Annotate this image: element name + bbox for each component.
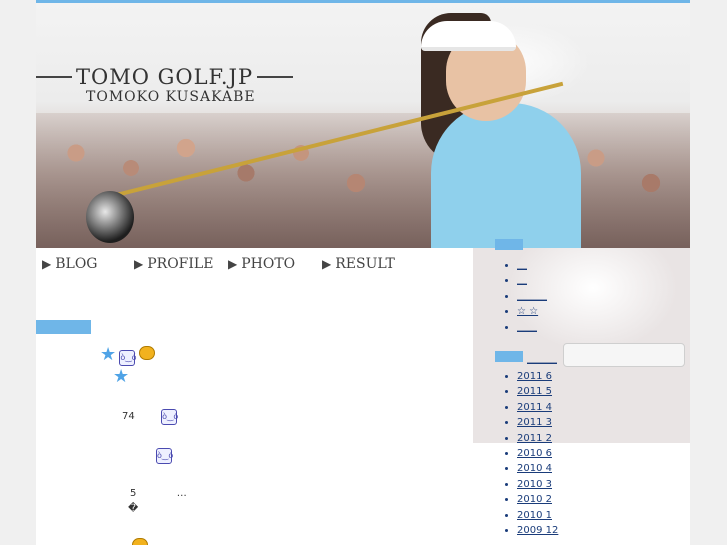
site-subtitle: TOMOKO KUSAKABE xyxy=(86,89,256,105)
sidebar-link[interactable]: ＿＿ xyxy=(517,320,547,335)
entry-text: 5 xyxy=(130,488,137,499)
face-emoji-icon: ò‿ó xyxy=(161,409,178,425)
entry-line-4: ò‿ó xyxy=(156,448,173,464)
belt xyxy=(563,343,685,367)
header-banner: TOMO GOLF.JP TOMOKO KUSAKABE xyxy=(36,3,690,248)
logo-rule-left xyxy=(36,76,72,78)
entry-glyph: � xyxy=(128,503,139,514)
nav-label: RESULT xyxy=(335,256,395,272)
archive-heading: ＿＿＿ xyxy=(527,354,557,365)
page: TOMO GOLF.JP TOMOKO KUSAKABE ▶ BLOG ▶ PROF… xyxy=(36,0,690,545)
site-logo[interactable]: TOMO GOLF.JP xyxy=(36,65,294,89)
archive-link[interactable]: 2009 12 xyxy=(517,523,558,538)
triangle-icon: ▶ xyxy=(322,257,332,271)
nav-label: BLOG xyxy=(55,256,98,272)
sidebar-link[interactable]: ＿ xyxy=(517,273,547,288)
sidebar-heading-tab xyxy=(495,239,523,250)
entry-line-6: � xyxy=(128,503,138,514)
sidebar-link[interactable]: ☆ ☆ xyxy=(517,304,547,319)
archive-link[interactable]: 2011 6 xyxy=(517,369,558,384)
archive-link[interactable]: 2011 3 xyxy=(517,415,558,430)
visor xyxy=(421,21,516,51)
hand-emoji-icon xyxy=(138,346,155,360)
face-emoji-icon: ò‿ó xyxy=(156,448,173,464)
entry-text: 74 xyxy=(122,411,135,422)
archive-heading-tab xyxy=(495,351,523,362)
nav-label: PROFILE xyxy=(147,256,214,272)
sidebar-link-list: ＿ ＿ ＿＿＿ ☆ ☆ ＿＿ xyxy=(495,258,547,335)
sidebar-link[interactable]: ＿ xyxy=(517,258,547,273)
archive-link[interactable]: 2011 2 xyxy=(517,431,558,446)
nav-blog[interactable]: ▶ BLOG xyxy=(42,256,97,272)
archive-link[interactable]: 2010 6 xyxy=(517,446,558,461)
nav-profile[interactable]: ▶ PROFILE xyxy=(134,256,213,272)
entry-line-1: ★ ò‿ó xyxy=(100,344,155,366)
face-emoji-icon: ò‿ó xyxy=(119,350,137,366)
nav-label: PHOTO xyxy=(241,256,296,272)
triangle-icon: ▶ xyxy=(228,257,238,271)
archive-link[interactable]: 2010 2 xyxy=(517,492,558,507)
triangle-icon: ▶ xyxy=(42,257,52,271)
golf-club-head xyxy=(86,191,134,243)
golfer-shirt xyxy=(431,103,581,248)
entry-line-3: 74 ò‿ó xyxy=(122,409,178,425)
star-icon: ★ xyxy=(113,366,130,387)
entry-ellipsis: … xyxy=(176,488,187,499)
entry-line-5: 5 … xyxy=(130,488,187,499)
blog-content: ★ ò‿ó ★ 74 ò‿ó ò‿ó 5 … � xyxy=(36,320,473,545)
archive-link[interactable]: 2010 4 xyxy=(517,461,558,476)
nav-result[interactable]: ▶ RESULT xyxy=(322,256,395,272)
sidebar-link[interactable]: ＿＿＿ xyxy=(517,289,547,304)
archive-link[interactable]: 2010 3 xyxy=(517,477,558,492)
star-icon: ★ xyxy=(100,344,117,365)
archive-link[interactable]: 2011 5 xyxy=(517,384,558,399)
site-title: TOMO GOLF.JP xyxy=(76,65,254,89)
archive-list: 2011 6 2011 5 2011 4 2011 3 2011 2 2010 … xyxy=(495,369,558,538)
archive-link[interactable]: 2011 4 xyxy=(517,400,558,415)
entry-line-7 xyxy=(132,538,148,545)
hand-emoji-icon xyxy=(132,538,148,545)
nav-photo[interactable]: ▶ PHOTO xyxy=(228,256,295,272)
entry-line-2: ★ xyxy=(113,366,129,387)
logo-rule-right xyxy=(257,76,294,78)
archive-link[interactable]: 2010 1 xyxy=(517,508,558,523)
triangle-icon: ▶ xyxy=(134,257,144,271)
